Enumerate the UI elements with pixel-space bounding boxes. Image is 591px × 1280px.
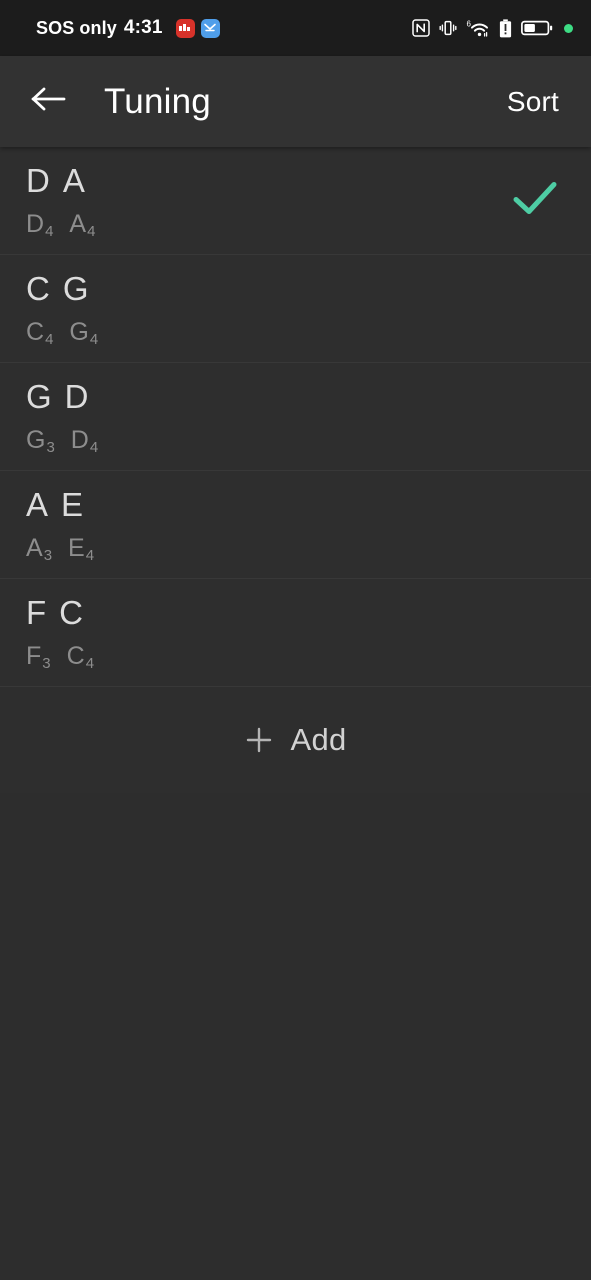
- svg-text:6: 6: [467, 19, 472, 28]
- row-notes: A E: [26, 488, 565, 528]
- status-bar-left: SOS only 4:31: [36, 17, 220, 39]
- pitch-primary: F3: [26, 642, 51, 672]
- note-primary: D: [26, 162, 50, 199]
- note-secondary: A: [62, 162, 85, 199]
- table-row[interactable]: A E A3 E4: [0, 471, 591, 579]
- note-secondary: D: [64, 378, 89, 415]
- pitch-primary: C4: [26, 318, 54, 348]
- pitch-secondary: G4: [69, 318, 99, 348]
- pitch-primary: D4: [26, 210, 54, 240]
- row-pitches: D4 A4: [26, 210, 565, 240]
- page-title: Tuning: [104, 81, 211, 121]
- note-primary: A: [26, 486, 49, 523]
- notification-badge-blue: [200, 18, 220, 38]
- add-tuning-button[interactable]: Add: [0, 687, 591, 793]
- notification-badge-red: [175, 18, 195, 38]
- tuning-list: D A D4 A4 C G C4 G4 G D G3 D4 A E A3 E4 …: [0, 147, 591, 793]
- table-row[interactable]: C G C4 G4: [0, 255, 591, 363]
- pitch-secondary: D4: [70, 426, 99, 456]
- plus-icon: [244, 725, 274, 755]
- pitch-secondary: C4: [66, 642, 95, 672]
- app-bar: Tuning Sort: [0, 56, 591, 147]
- pitch-secondary: E4: [68, 534, 95, 564]
- pitch-primary: G3: [26, 426, 55, 456]
- row-pitches: G3 D4: [26, 426, 565, 456]
- table-row[interactable]: G D G3 D4: [0, 363, 591, 471]
- row-notes: F C: [26, 596, 565, 636]
- note-primary: C: [26, 270, 50, 307]
- wifi-6-icon: 6: [466, 19, 490, 38]
- status-bar: SOS only 4:31 6: [0, 0, 591, 56]
- add-label: Add: [290, 722, 347, 757]
- carrier-label: SOS only: [36, 17, 117, 38]
- table-row[interactable]: F C F3 C4: [0, 579, 591, 687]
- row-notes: G D: [26, 380, 565, 420]
- sort-button[interactable]: Sort: [503, 78, 563, 126]
- vibrate-icon: [439, 19, 457, 37]
- clock-label: 4:31: [123, 17, 163, 38]
- table-row[interactable]: D A D4 A4: [0, 147, 591, 255]
- note-secondary: G: [62, 270, 89, 307]
- note-primary: F: [26, 594, 47, 631]
- status-bar-right: 6: [412, 18, 573, 38]
- row-pitches: C4 G4: [26, 318, 565, 348]
- note-secondary: C: [59, 594, 84, 631]
- pitch-secondary: A4: [69, 210, 96, 240]
- notification-badges: [175, 18, 220, 38]
- row-notes: C G: [26, 272, 565, 312]
- selected-check-icon: [512, 179, 558, 222]
- privacy-indicator-dot: [564, 23, 573, 33]
- row-notes: D A: [26, 164, 565, 204]
- battery-icon: [521, 19, 553, 37]
- note-secondary: E: [61, 486, 84, 523]
- row-pitches: F3 C4: [26, 642, 565, 672]
- nfc-icon: [412, 19, 430, 37]
- pitch-primary: A3: [26, 534, 53, 564]
- phone-screen: SOS only 4:31 6 Tuning Sort D A D4 A4 C …: [0, 0, 591, 1280]
- back-arrow-icon: [28, 83, 68, 120]
- row-pitches: A3 E4: [26, 534, 565, 564]
- note-primary: G: [26, 378, 52, 415]
- battery-alert-icon: [499, 18, 512, 38]
- back-button[interactable]: [22, 76, 74, 128]
